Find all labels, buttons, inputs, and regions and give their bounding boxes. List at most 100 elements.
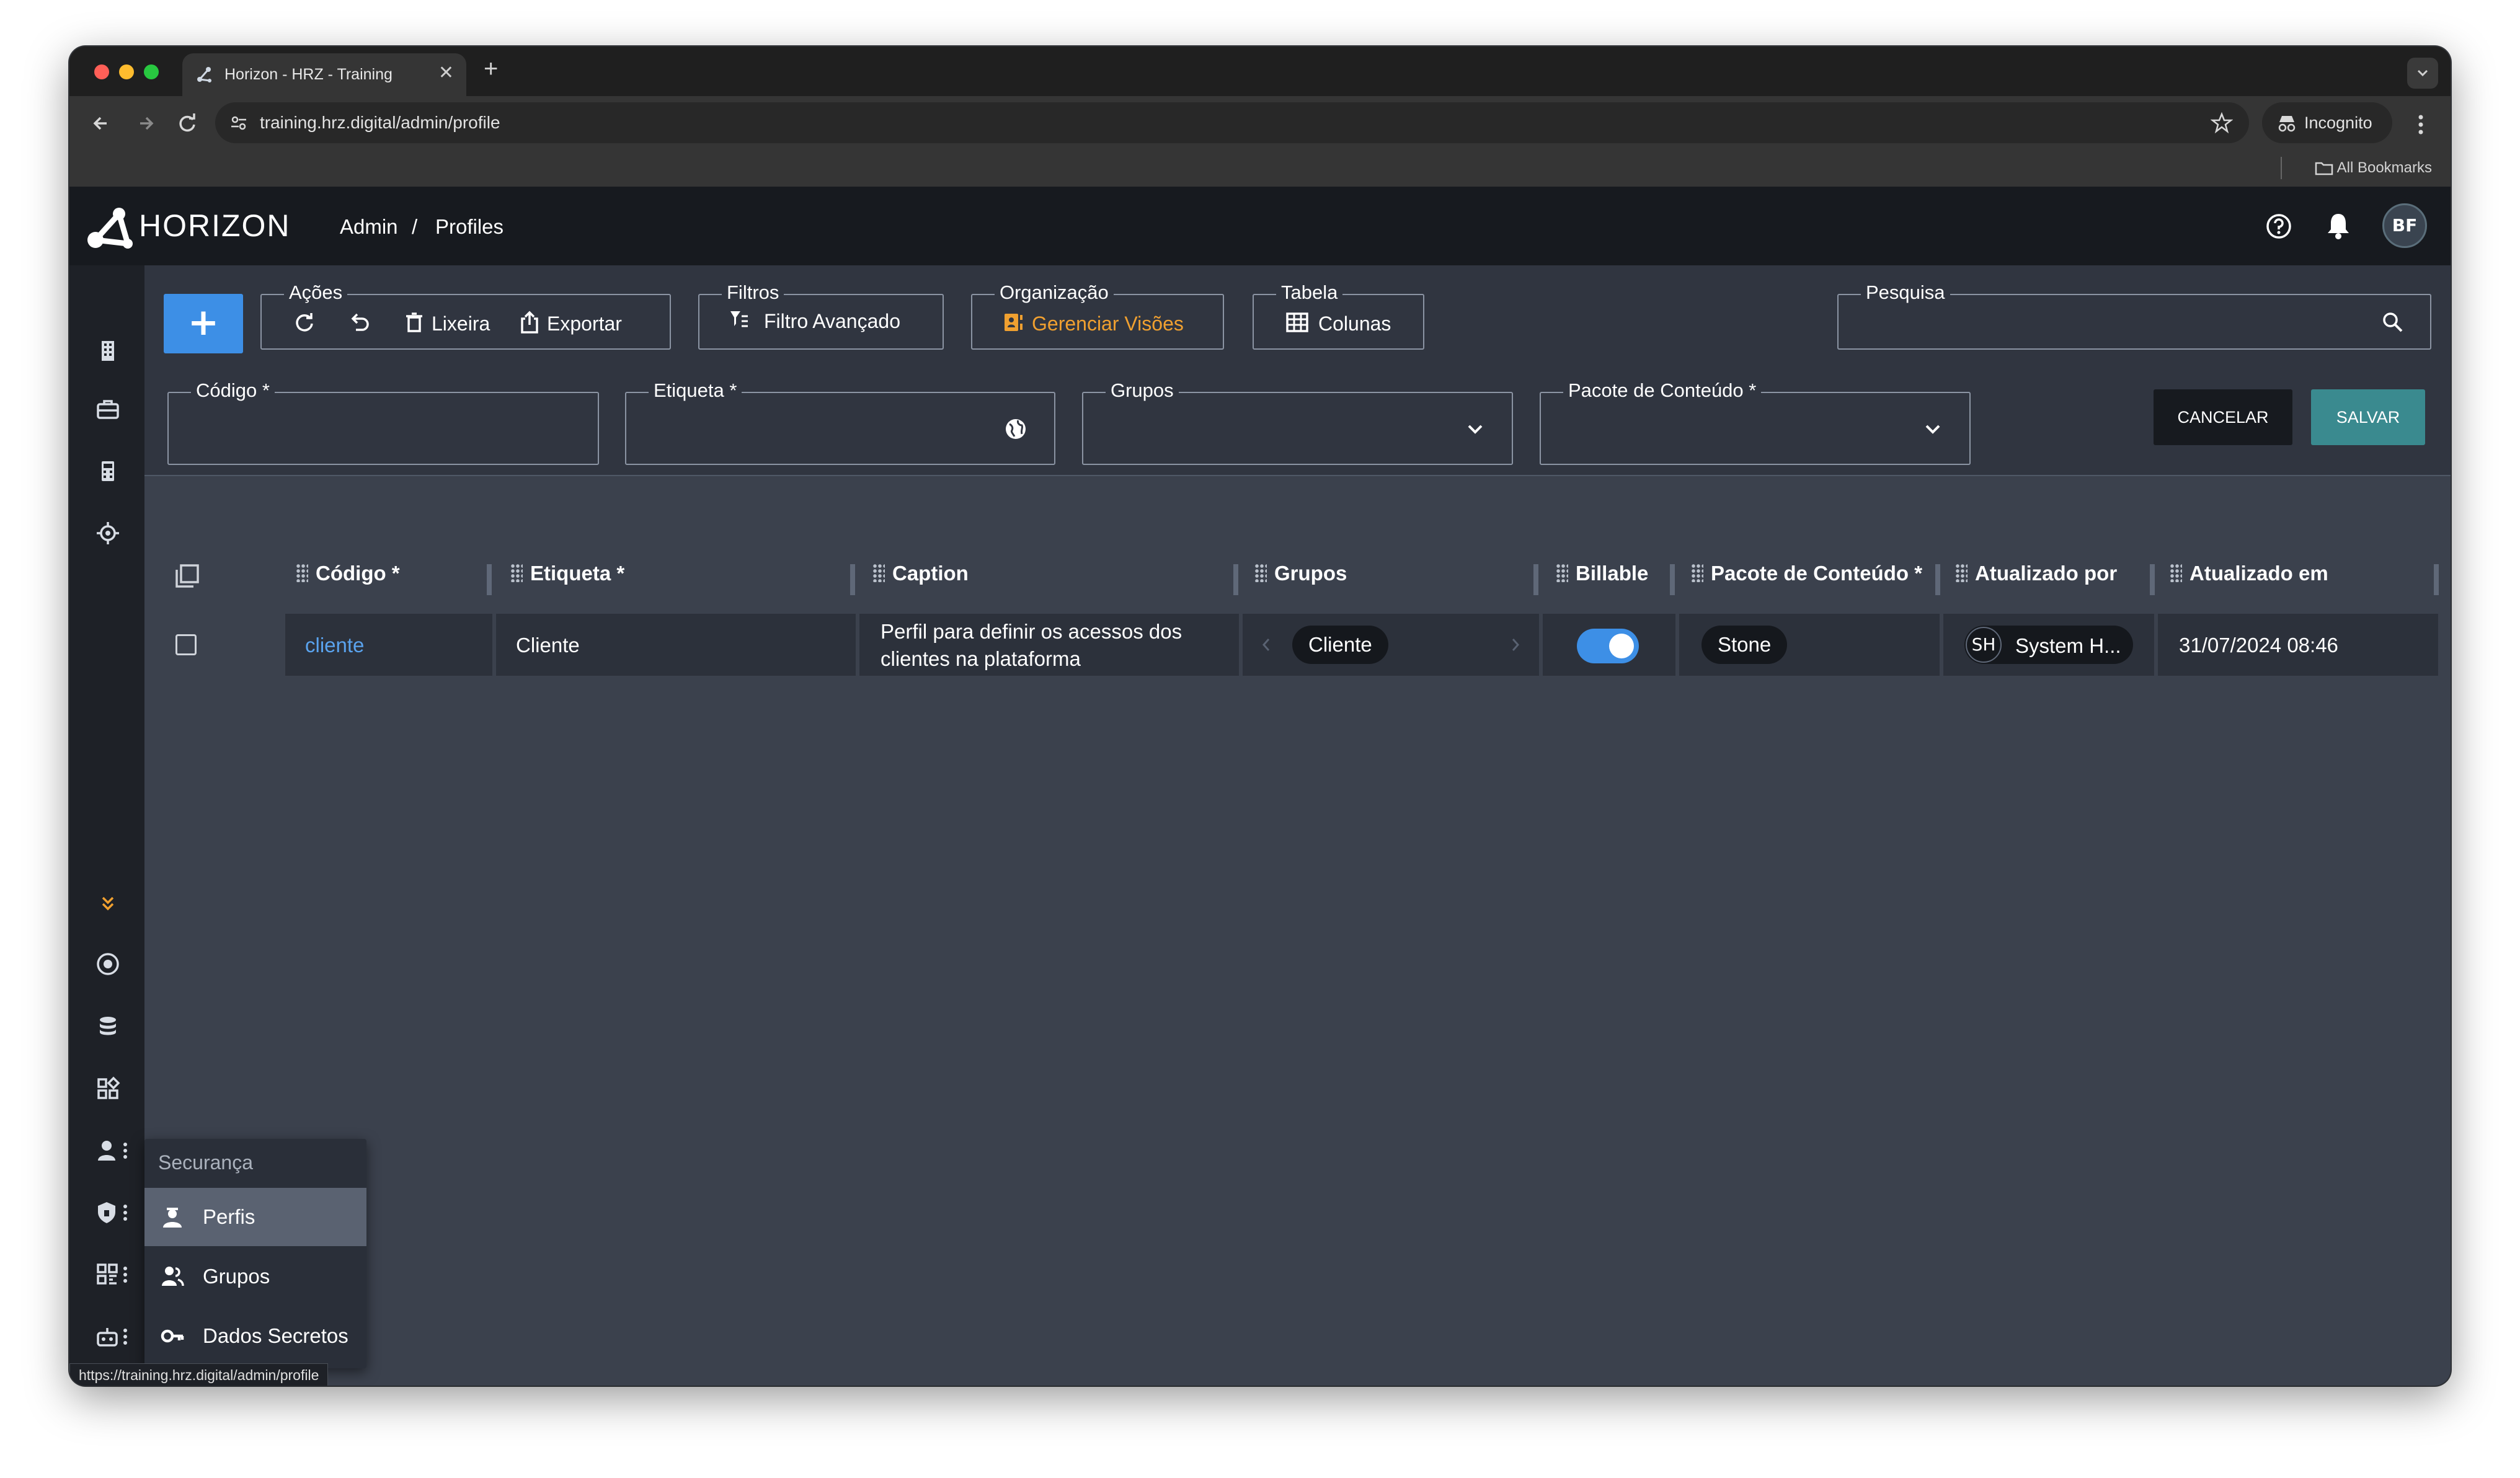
drag-handle-icon[interactable] xyxy=(1254,564,1267,582)
gerenciar-visoes-button[interactable]: Gerenciar Visões xyxy=(1032,312,1184,335)
user-admin-menu-icon[interactable] xyxy=(95,1138,133,1163)
security-menu-popup: Securança Perfis Grupos Dados Secretos xyxy=(144,1139,366,1368)
column-resize-handle[interactable] xyxy=(2150,564,2155,595)
chevron-left-icon[interactable] xyxy=(1260,635,1272,654)
refresh-icon[interactable] xyxy=(291,310,316,335)
undo-icon[interactable] xyxy=(347,310,372,335)
columns-table-icon[interactable] xyxy=(1285,310,1310,335)
browser-menu-icon[interactable] xyxy=(2415,112,2427,137)
forward-icon[interactable] xyxy=(131,110,159,137)
site-info-icon[interactable] xyxy=(229,113,249,133)
etiqueta-field[interactable]: Etiqueta * xyxy=(625,379,1055,465)
filtro-avancado-button[interactable]: Filtro Avançado xyxy=(764,310,900,333)
pesquisa-label: Pesquisa xyxy=(1861,281,1950,304)
close-window-button[interactable] xyxy=(94,64,109,79)
drag-handle-icon[interactable] xyxy=(2170,564,2182,582)
codigo-field[interactable]: Código * xyxy=(167,379,599,465)
column-header-atualizado-em[interactable]: Atualizado em xyxy=(2170,562,2328,590)
drag-handle-icon[interactable] xyxy=(296,564,308,582)
incognito-indicator[interactable]: Incognito xyxy=(2262,102,2392,143)
pesquisa-field[interactable]: Pesquisa xyxy=(1837,281,2431,350)
column-resize-handle[interactable] xyxy=(1233,564,1238,595)
qr-code-menu-icon[interactable] xyxy=(95,1262,133,1287)
robot-menu-icon[interactable] xyxy=(95,1324,133,1349)
drag-handle-icon[interactable] xyxy=(1955,564,1968,582)
pacote-chip[interactable]: Stone xyxy=(1701,626,1788,664)
column-header-etiqueta[interactable]: Etiqueta * xyxy=(510,562,624,590)
menu-item-grupos[interactable]: Grupos xyxy=(144,1247,366,1306)
horizon-logo-icon[interactable] xyxy=(87,206,136,250)
security-shield-menu-icon[interactable] xyxy=(95,1200,133,1225)
minimize-window-button[interactable] xyxy=(119,64,134,79)
column-resize-handle[interactable] xyxy=(487,564,492,595)
export-icon[interactable] xyxy=(517,310,542,335)
column-header-label: Pacote de Conteúdo * xyxy=(1711,562,1923,585)
exportar-button[interactable]: Exportar xyxy=(547,312,622,335)
column-header-grupos[interactable]: Grupos xyxy=(1254,562,1347,590)
add-button[interactable]: + xyxy=(164,294,243,353)
widgets-icon[interactable] xyxy=(95,1076,120,1101)
grupo-chip[interactable]: Cliente xyxy=(1292,626,1388,664)
chevron-down-icon[interactable] xyxy=(1463,417,1488,441)
search-icon[interactable] xyxy=(2380,310,2405,335)
all-bookmarks-button[interactable]: All Bookmarks xyxy=(2315,159,2432,177)
billable-toggle[interactable] xyxy=(1577,629,1639,663)
double-chevron-down-icon[interactable] xyxy=(95,892,120,916)
lixeira-button[interactable]: Lixeira xyxy=(432,312,490,335)
user-chip-name: System H... xyxy=(2015,634,2121,657)
column-resize-handle[interactable] xyxy=(2434,564,2439,595)
column-header-codigo[interactable]: Código * xyxy=(296,562,400,590)
column-resize-handle[interactable] xyxy=(1533,564,1538,595)
zoom-window-button[interactable] xyxy=(144,64,159,79)
user-chip[interactable]: SH System H... xyxy=(1964,626,2133,664)
database-icon[interactable] xyxy=(95,1014,120,1039)
bookmark-star-icon[interactable] xyxy=(2211,112,2233,134)
chevron-down-icon[interactable] xyxy=(1920,417,1945,441)
crosshair-icon[interactable] xyxy=(95,521,120,546)
save-button[interactable]: SALVAR xyxy=(2311,389,2425,445)
menu-item-perfis[interactable]: Perfis xyxy=(144,1188,366,1246)
help-icon[interactable] xyxy=(2265,212,2293,241)
grupos-field[interactable]: Grupos xyxy=(1082,379,1513,465)
caption-line-1: Perfil para definir os acessos dos xyxy=(881,620,1182,643)
column-header-caption[interactable]: Caption xyxy=(872,562,969,590)
briefcase-icon[interactable] xyxy=(95,397,120,422)
column-header-pacote[interactable]: Pacote de Conteúdo * xyxy=(1691,562,1922,590)
back-icon[interactable] xyxy=(88,110,115,137)
column-header-billable[interactable]: Billable xyxy=(1556,562,1648,590)
menu-item-dados-secretos[interactable]: Dados Secretos xyxy=(144,1307,366,1365)
select-all-icon[interactable] xyxy=(174,563,200,589)
address-bar[interactable]: training.hrz.digital/admin/profile xyxy=(215,102,2249,143)
drag-handle-icon[interactable] xyxy=(510,564,523,582)
tab-close-icon[interactable]: ✕ xyxy=(438,62,454,84)
notifications-bell-icon[interactable] xyxy=(2324,211,2353,241)
colunas-button[interactable]: Colunas xyxy=(1318,312,1391,335)
drag-handle-icon[interactable] xyxy=(1556,564,1568,582)
manage-views-icon[interactable] xyxy=(1002,310,1027,335)
bookmarks-bar: All Bookmarks xyxy=(69,151,2451,187)
column-resize-handle[interactable] xyxy=(850,564,855,595)
new-tab-button[interactable]: + xyxy=(484,55,498,83)
drag-handle-icon[interactable] xyxy=(1691,564,1703,582)
row-checkbox[interactable] xyxy=(175,634,197,655)
column-header-atualizado-por[interactable]: Atualizado por xyxy=(1955,562,2117,590)
column-resize-handle[interactable] xyxy=(1935,564,1940,595)
breadcrumb-admin[interactable]: Admin xyxy=(340,215,398,239)
trash-icon[interactable] xyxy=(402,310,427,335)
column-resize-handle[interactable] xyxy=(1670,564,1675,595)
user-avatar[interactable]: BF xyxy=(2382,203,2427,248)
brand-name[interactable]: HORIZON xyxy=(139,208,291,244)
cancel-button[interactable]: CANCELAR xyxy=(2154,389,2292,445)
tab-search-button[interactable] xyxy=(2407,58,2438,89)
calculator-icon[interactable] xyxy=(95,459,120,484)
pacote-field[interactable]: Pacote de Conteúdo * xyxy=(1540,379,1971,465)
reload-icon[interactable] xyxy=(174,110,201,137)
browser-tab[interactable]: Horizon - HRZ - Training ✕ xyxy=(182,53,466,96)
drag-handle-icon[interactable] xyxy=(872,564,885,582)
globe-translate-icon[interactable] xyxy=(1003,417,1028,441)
codigo-link[interactable]: cliente xyxy=(305,634,364,657)
building-icon[interactable] xyxy=(95,339,120,363)
chevron-right-icon[interactable] xyxy=(1509,635,1522,654)
advanced-filter-icon[interactable] xyxy=(727,308,752,332)
dashboard-gauge-icon[interactable] xyxy=(95,952,120,976)
